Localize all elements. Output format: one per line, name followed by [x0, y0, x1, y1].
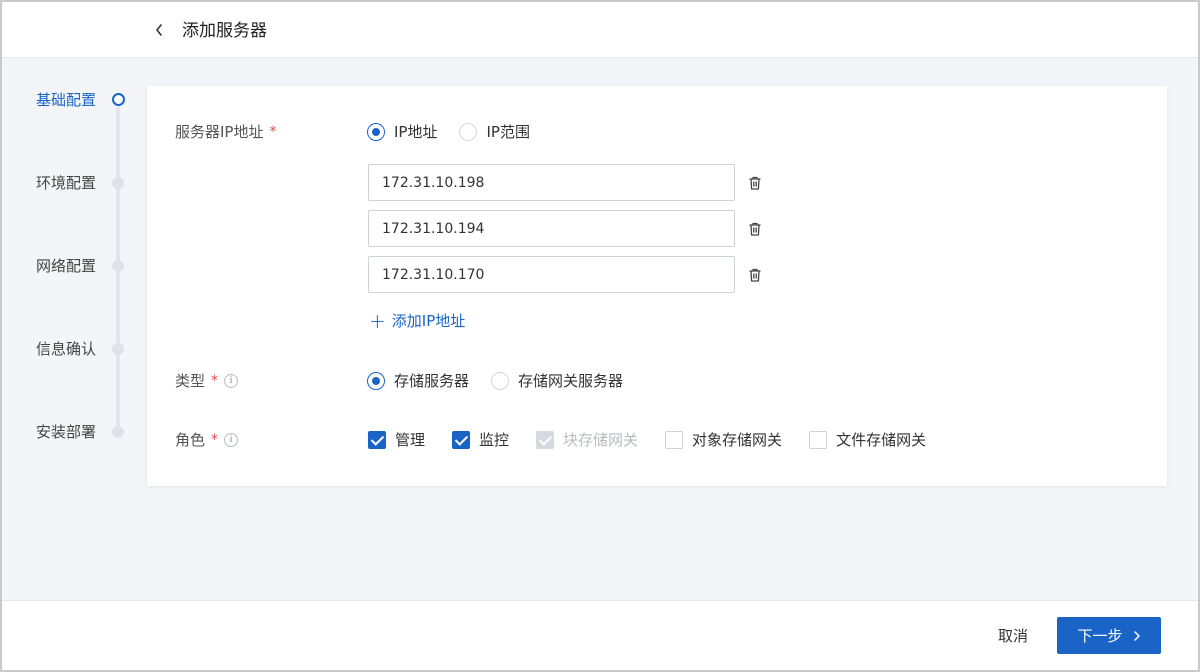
checkbox-file-storage-gateway[interactable]: 文件存储网关 [809, 429, 926, 451]
add-ip-label: 添加IP地址 [391, 312, 466, 330]
radio-label: 存储服务器 [394, 372, 470, 390]
trash-icon [749, 176, 761, 190]
checkbox-label: 对象存储网关 [692, 431, 783, 449]
step-label: 网络配置 [36, 257, 97, 275]
type-radio-group: 存储服务器 存储网关服务器 [367, 370, 645, 392]
radio-unchecked[interactable] [491, 372, 510, 390]
radio-label: IP范围 [486, 123, 530, 141]
delete-ip-button[interactable] [745, 219, 765, 239]
step-label: 安装部署 [36, 423, 97, 441]
checkbox-checked[interactable] [452, 431, 471, 449]
role-label: 角色 * i [175, 429, 239, 451]
ip-mode-radio-group: IP地址 IP范围 [367, 121, 552, 143]
radio-checked[interactable] [367, 123, 385, 141]
checkbox-disabled-checked [536, 431, 555, 449]
page-header: 添加服务器 [2, 2, 1198, 58]
radio-storage-gateway-server[interactable]: 存储网关服务器 [491, 370, 623, 392]
checkbox-monitoring[interactable]: 监控 [452, 429, 509, 451]
ip-row [368, 164, 765, 201]
server-ip-label: 服务器IP地址 * [175, 121, 276, 143]
chevron-right-icon [1133, 630, 1140, 641]
step-navigation: 基础配置 环境配置 网络配置 信息确认 安装部署 [2, 58, 142, 598]
checkbox-block-storage-gateway: 块存储网关 [536, 429, 638, 451]
ip-row [368, 256, 765, 293]
required-mark: * [269, 124, 277, 140]
radio-label: 存储网关服务器 [518, 372, 624, 390]
required-mark: * [211, 373, 219, 389]
checkbox-object-storage-gateway[interactable]: 对象存储网关 [665, 429, 782, 451]
ip-address-input[interactable] [368, 256, 735, 293]
next-step-label: 下一步 [1077, 627, 1123, 645]
role-label-text: 角色 [175, 431, 206, 449]
delete-ip-button[interactable] [745, 265, 765, 285]
page-title: 添加服务器 [182, 21, 267, 41]
ip-address-input[interactable] [368, 210, 735, 247]
checkbox-management[interactable]: 管理 [368, 429, 425, 451]
page-footer: 取消 下一步 [2, 600, 1198, 670]
plus-icon: + [369, 309, 386, 333]
step-install-deploy[interactable]: 安装部署 [36, 420, 136, 444]
radio-ip-address[interactable]: IP地址 [367, 121, 437, 143]
next-step-button[interactable]: 下一步 [1057, 617, 1161, 654]
radio-checked[interactable] [367, 372, 385, 390]
checkbox-label: 监控 [479, 431, 510, 449]
step-env-config[interactable]: 环境配置 [36, 171, 136, 195]
checkbox-checked[interactable] [368, 431, 386, 449]
form-card: 服务器IP地址 * IP地址 IP范围 172.31.10.198 172.31… [147, 86, 1167, 486]
type-label: 类型 * i [175, 370, 239, 392]
type-label-text: 类型 [175, 372, 206, 390]
checkbox-label: 文件存储网关 [836, 431, 927, 449]
step-basic-config[interactable]: 基础配置 [36, 88, 136, 112]
step-dot [112, 260, 124, 272]
add-ip-address-button[interactable]: + 添加IP地址 [369, 310, 465, 332]
checkbox-label: 块存储网关 [563, 431, 639, 449]
step-dot [112, 426, 124, 438]
trash-icon [749, 268, 761, 282]
step-label: 基础配置 [36, 91, 97, 109]
step-active-dot [112, 93, 125, 106]
checkbox-label: 管理 [395, 431, 426, 449]
step-label: 信息确认 [36, 340, 97, 358]
trash-icon [749, 222, 761, 236]
info-icon[interactable]: i [224, 374, 239, 388]
ip-row [368, 210, 765, 247]
server-ip-label-text: 服务器IP地址 [175, 123, 264, 141]
delete-ip-button[interactable] [745, 173, 765, 193]
step-label: 环境配置 [36, 174, 97, 192]
role-checkbox-group: 管理 监控 块存储网关 对象存储网关 文件存储网关 [368, 429, 953, 451]
cancel-button[interactable]: 取消 [998, 625, 1028, 647]
back-button[interactable] [148, 19, 170, 41]
step-info-confirm[interactable]: 信息确认 [36, 337, 136, 361]
checkbox-unchecked[interactable] [665, 431, 684, 449]
step-dot [112, 177, 124, 189]
checkbox-unchecked[interactable] [809, 431, 828, 449]
info-icon[interactable]: i [224, 433, 239, 447]
radio-storage-server[interactable]: 存储服务器 [367, 370, 469, 392]
radio-ip-range[interactable]: IP范围 [459, 121, 530, 143]
app-window: 添加服务器 基础配置 环境配置 网络配置 信息确认 安装部署 服务器IP地址 *… [0, 0, 1200, 672]
radio-unchecked[interactable] [459, 123, 478, 141]
radio-label: IP地址 [394, 123, 438, 141]
step-dot [112, 343, 124, 355]
step-network-config[interactable]: 网络配置 [36, 254, 136, 278]
required-mark: * [211, 432, 219, 448]
ip-address-input[interactable] [368, 164, 735, 201]
chevron-left-icon [156, 24, 162, 36]
